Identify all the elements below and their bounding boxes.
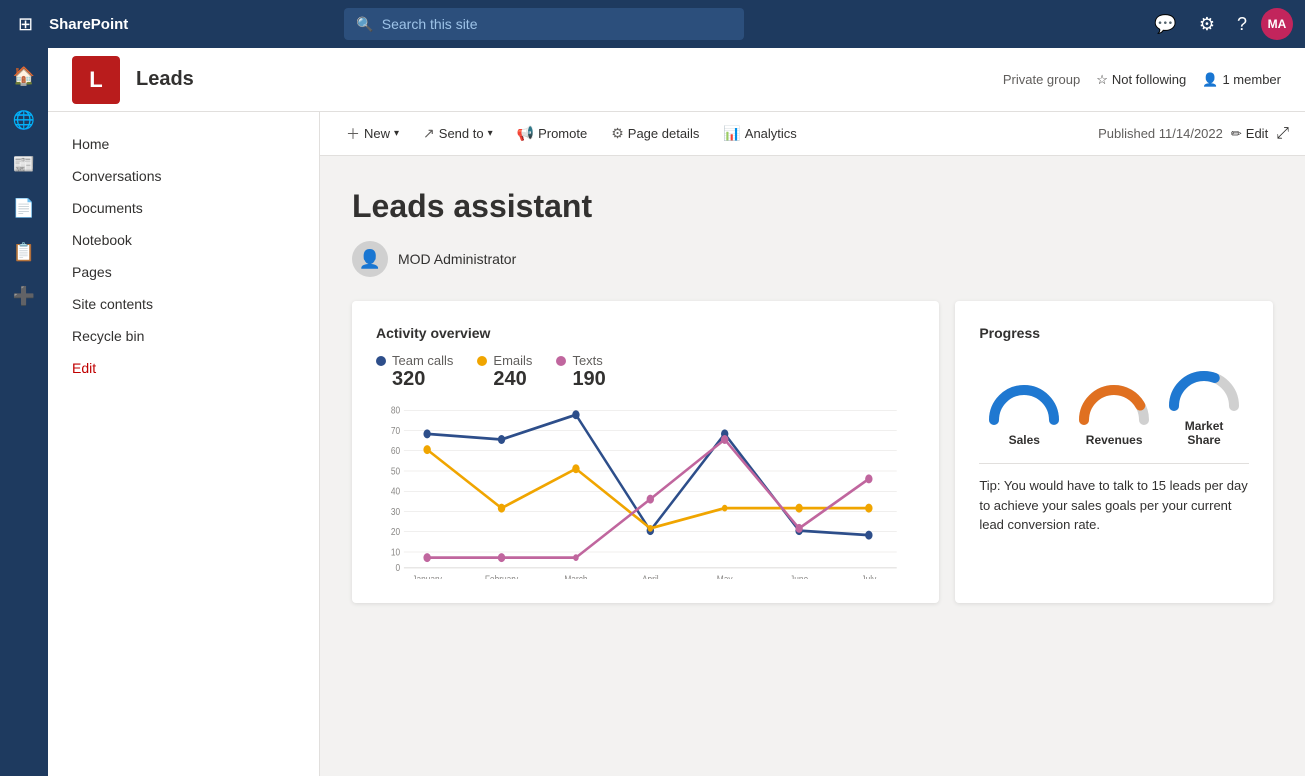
svg-text:May: May: [717, 574, 733, 579]
author-name: MOD Administrator: [398, 251, 516, 267]
svg-text:January: January: [412, 574, 442, 579]
app-layout: 🏠 🌐 📰 📄 📋 ➕ L Leads Private group ☆ Not …: [0, 48, 1305, 776]
svg-text:80: 80: [391, 405, 400, 416]
private-group-label: Private group: [1003, 72, 1080, 87]
analytics-button[interactable]: 📊 Analytics: [713, 119, 806, 148]
sidebar-doc-icon[interactable]: 📄: [4, 188, 44, 228]
search-box: 🔍: [344, 8, 744, 40]
svg-text:50: 50: [391, 466, 400, 477]
topbar-right: 💬 ⚙ ? MA: [1146, 8, 1293, 40]
nav-item-edit[interactable]: Edit: [48, 352, 319, 384]
chat-icon[interactable]: 💬: [1146, 10, 1184, 39]
page-content: ＋ New ▾ ↗ Send to ▾ 📢 Promote ⚙: [320, 112, 1305, 776]
article-title: Leads assistant: [352, 188, 1273, 225]
svg-text:June: June: [790, 574, 808, 579]
sidebar-list-icon[interactable]: 📋: [4, 232, 44, 272]
toolbar-right: Published 11/14/2022 ✏ Edit ⤢: [1098, 125, 1289, 143]
search-input[interactable]: [382, 16, 733, 32]
team-calls-dot: [376, 356, 386, 366]
new-chevron-icon: ▾: [394, 128, 399, 139]
progress-heading: Progress: [979, 325, 1249, 341]
brand-name: SharePoint: [49, 16, 128, 33]
svg-text:April: April: [642, 574, 659, 579]
site-area: L Leads Private group ☆ Not following 👤 …: [48, 48, 1305, 776]
not-following-button[interactable]: ☆ Not following: [1096, 72, 1186, 88]
svg-text:March: March: [564, 574, 587, 579]
send-chevron-icon: ▾: [488, 128, 493, 139]
legend-team-calls: Team calls 320: [376, 353, 453, 391]
texts-dot: [556, 356, 566, 366]
svg-text:30: 30: [391, 506, 400, 517]
activity-card: Activity overview Team calls 320: [352, 301, 939, 603]
sidebar-globe-icon[interactable]: 🌐: [4, 100, 44, 140]
svg-text:February: February: [485, 574, 519, 579]
svg-text:60: 60: [391, 445, 400, 456]
site-header-right: Private group ☆ Not following 👤 1 member: [1003, 72, 1281, 88]
promote-button[interactable]: 📢 Promote: [507, 119, 598, 148]
svg-text:40: 40: [391, 486, 400, 497]
page-toolbar: ＋ New ▾ ↗ Send to ▾ 📢 Promote ⚙: [320, 112, 1305, 156]
svg-text:July: July: [861, 574, 876, 579]
progress-card: Progress S: [955, 301, 1273, 603]
nav-item-documents[interactable]: Documents: [48, 192, 319, 224]
waffle-icon[interactable]: ⊞: [12, 8, 39, 41]
sidebar-news-icon[interactable]: 📰: [4, 144, 44, 184]
site-header: L Leads Private group ☆ Not following 👤 …: [48, 48, 1305, 112]
send-to-button[interactable]: ↗ Send to ▾: [413, 119, 503, 148]
author-row: 👤 MOD Administrator: [352, 241, 1273, 277]
page-details-button[interactable]: ⚙ Page details: [601, 119, 709, 148]
legend-texts: Texts 190: [556, 353, 605, 391]
site-title: Leads: [136, 68, 194, 91]
expand-button[interactable]: ⤢: [1276, 125, 1289, 143]
svg-text:10: 10: [391, 547, 400, 558]
help-icon[interactable]: ?: [1229, 10, 1255, 39]
dashboard-row: Activity overview Team calls 320: [352, 301, 1273, 603]
edit-button[interactable]: ✏ Edit: [1231, 126, 1268, 142]
avatar[interactable]: MA: [1261, 8, 1293, 40]
published-date: Published 11/14/2022: [1098, 126, 1223, 141]
gauge-market-share: Market Share: [1164, 361, 1244, 447]
gauge-sales: Sales: [984, 375, 1064, 447]
content-area: Home Conversations Documents Notebook Pa…: [48, 112, 1305, 776]
left-nav: Home Conversations Documents Notebook Pa…: [48, 112, 320, 776]
svg-text:20: 20: [391, 526, 400, 537]
search-icon: 🔍: [356, 16, 373, 33]
plus-icon: ＋: [346, 124, 360, 144]
star-icon: ☆: [1096, 72, 1108, 88]
promote-icon: 📢: [517, 125, 534, 142]
topbar: ⊞ SharePoint 🔍 💬 ⚙ ? MA: [0, 0, 1305, 48]
nav-item-recycle-bin[interactable]: Recycle bin: [48, 320, 319, 352]
tip-text: Tip: You would have to talk to 15 leads …: [979, 463, 1249, 535]
article-area: Leads assistant 👤 MOD Administrator Acti…: [320, 156, 1305, 776]
gauge-revenues: Revenues: [1074, 375, 1154, 447]
author-avatar: 👤: [352, 241, 388, 277]
nav-item-site-contents[interactable]: Site contents: [48, 288, 319, 320]
nav-item-pages[interactable]: Pages: [48, 256, 319, 288]
edit-pencil-icon: ✏: [1231, 126, 1242, 142]
emails-dot: [477, 356, 487, 366]
icon-sidebar: 🏠 🌐 📰 📄 📋 ➕: [0, 48, 48, 776]
svg-text:70: 70: [391, 425, 400, 436]
site-logo: L: [72, 56, 120, 104]
legend-emails: Emails 240: [477, 353, 532, 391]
svg-text:0: 0: [396, 562, 401, 573]
chart-legend: Team calls 320 Emails 240: [376, 353, 915, 391]
nav-item-home[interactable]: Home: [48, 128, 319, 160]
activity-chart: 80 70 60 50 40 30 20 10 0: [376, 399, 915, 579]
gauge-row: Sales Revenues: [979, 361, 1249, 447]
new-button[interactable]: ＋ New ▾: [336, 118, 409, 150]
page-details-icon: ⚙: [611, 125, 624, 142]
activity-heading: Activity overview: [376, 325, 915, 341]
member-count: 👤 1 member: [1202, 72, 1281, 88]
sidebar-add-icon[interactable]: ➕: [4, 276, 44, 316]
member-icon: 👤: [1202, 72, 1218, 88]
settings-icon[interactable]: ⚙: [1191, 10, 1223, 39]
sidebar-home-icon[interactable]: 🏠: [4, 56, 44, 96]
analytics-icon: 📊: [723, 125, 740, 142]
nav-item-conversations[interactable]: Conversations: [48, 160, 319, 192]
send-icon: ↗: [423, 125, 435, 142]
nav-item-notebook[interactable]: Notebook: [48, 224, 319, 256]
